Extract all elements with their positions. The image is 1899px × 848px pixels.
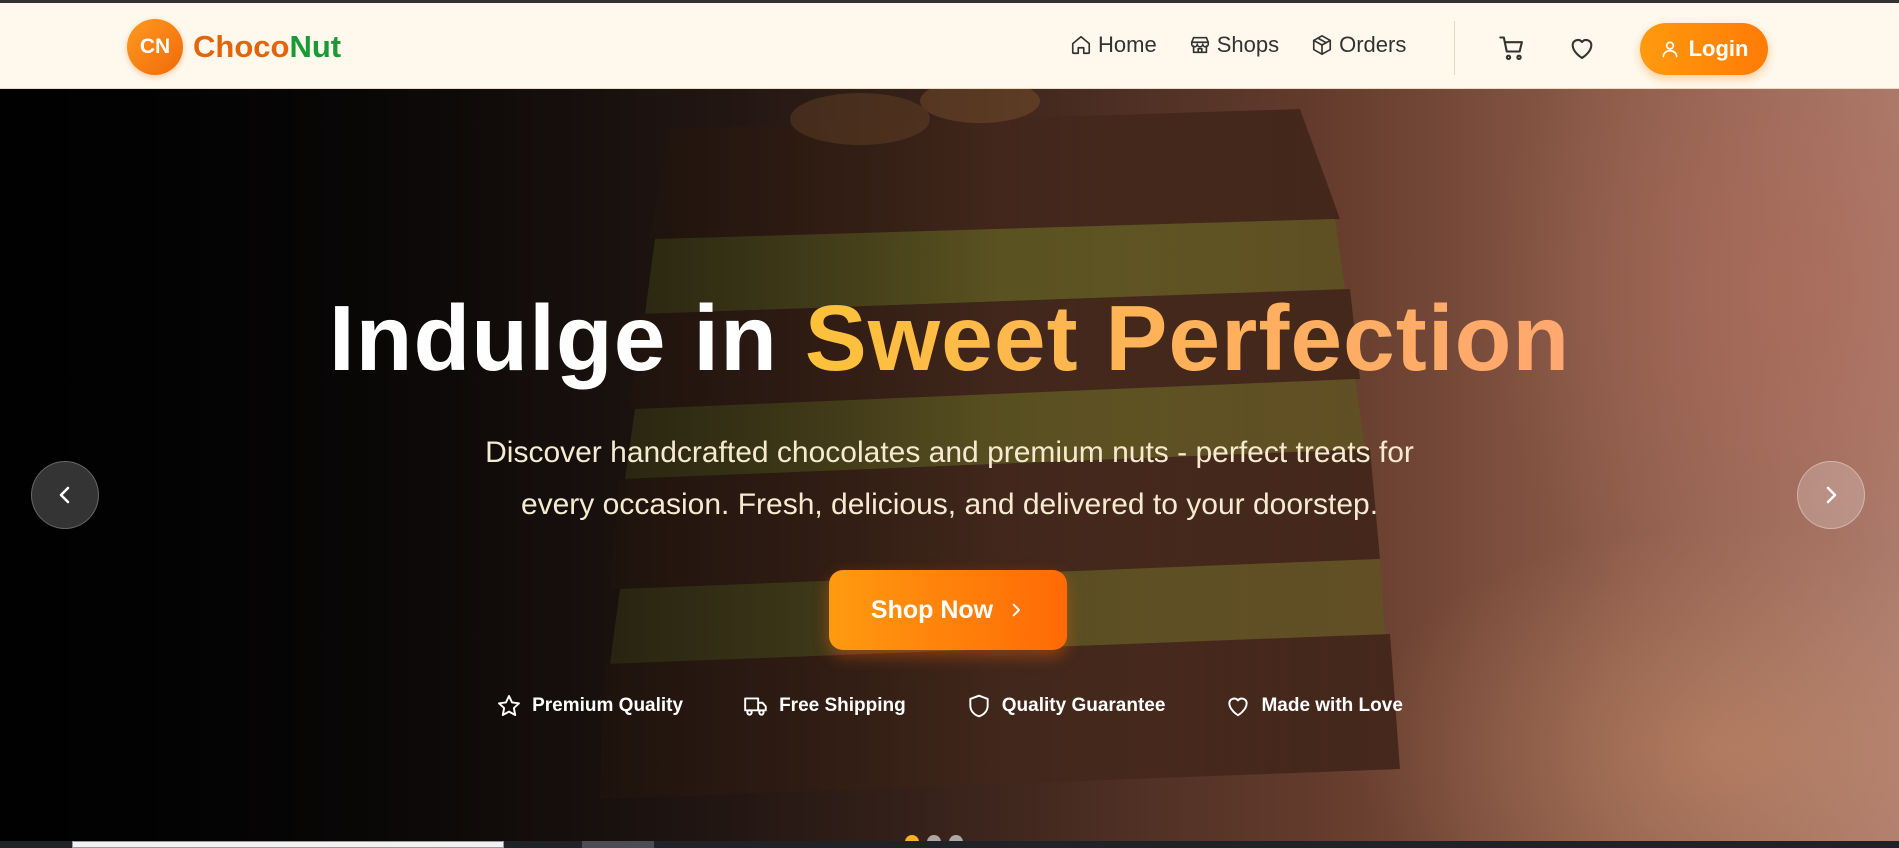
login-label: Login [1688, 36, 1749, 61]
login-button[interactable]: Login [1640, 23, 1768, 75]
nav-divider [1454, 21, 1455, 75]
nav-home-label: Home [1098, 32, 1157, 57]
feature-label: Made with Love [1261, 695, 1403, 716]
chevron-right-icon [1012, 603, 1021, 617]
brand-name-nut: Nut [289, 29, 342, 64]
hero-subtitle: Discover handcrafted chocolates and prem… [400, 427, 1499, 531]
shop-now-label: Shop Now [870, 595, 994, 624]
star-icon [498, 695, 521, 716]
nav-home[interactable]: Home [1070, 32, 1157, 58]
nav-shops-label: Shops [1216, 32, 1280, 57]
chevron-left-icon [59, 486, 70, 504]
feature-premium-quality: Premium Quality [496, 693, 683, 719]
hero-title-plain: Indulge in [328, 286, 805, 390]
brand-logo[interactable]: CN ChocoNut [127, 19, 341, 75]
feature-label: Premium Quality [532, 695, 684, 716]
feature-free-shipping: Free Shipping [743, 693, 906, 719]
package-icon [1313, 35, 1332, 55]
brand-name-choco: Choco [193, 29, 290, 64]
user-icon [1662, 41, 1678, 58]
home-icon [1071, 35, 1091, 55]
taskbar-search-field[interactable] [72, 841, 504, 848]
feature-list: Premium Quality Free Shipping Quality Gu… [0, 693, 1899, 719]
nav-orders-label: Orders [1339, 32, 1407, 57]
shop-now-button[interactable]: Shop Now [829, 570, 1067, 650]
heart-icon [1228, 697, 1249, 717]
feature-label: Quality Guarantee [1001, 695, 1166, 716]
wishlist-button[interactable] [1567, 33, 1597, 63]
hero-title-accent: Sweet Perfection [804, 286, 1571, 390]
hero-title: Indulge in Sweet Perfection [0, 285, 1899, 392]
taskbar-item[interactable] [582, 841, 654, 848]
feature-label: Free Shipping [779, 695, 906, 716]
truck-icon [744, 697, 767, 716]
hero-section: Indulge in Sweet Perfection Discover han… [0, 89, 1899, 841]
store-icon [1190, 36, 1209, 54]
carousel-next-button[interactable] [1797, 461, 1865, 529]
chevron-right-icon [1826, 486, 1837, 504]
shield-icon [969, 694, 989, 718]
feature-made-with-love: Made with Love [1225, 693, 1403, 719]
brand-name: ChocoNut [193, 29, 341, 65]
carousel-prev-button[interactable] [31, 461, 99, 529]
cart-button[interactable] [1497, 33, 1527, 63]
hero-subtitle-line-2: every occasion. Fresh, delicious, and de… [520, 488, 1379, 521]
hero-subtitle-line-1: Discover handcrafted chocolates and prem… [485, 436, 1414, 469]
feature-quality-guarantee: Quality Guarantee [966, 693, 1166, 719]
nav-shops[interactable]: Shops [1189, 32, 1279, 58]
heart-icon [1571, 38, 1593, 59]
cart-icon [1499, 36, 1523, 61]
main-nav: Home Shops Orders [1070, 32, 1438, 58]
nav-orders[interactable]: Orders [1311, 32, 1406, 58]
navbar: CN ChocoNut Home Shops Orders Login [0, 0, 1899, 89]
logo-badge: CN [127, 19, 183, 75]
